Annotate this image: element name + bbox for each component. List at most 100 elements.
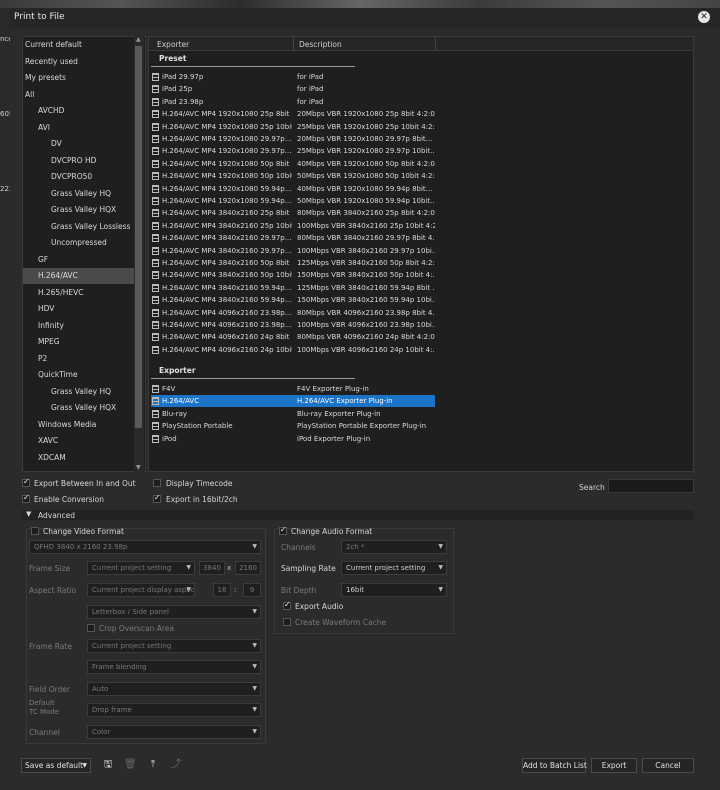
column-header-description[interactable]: Description (299, 40, 342, 49)
tree-scrollbar[interactable]: ▲ ▼ (134, 36, 144, 472)
tree-item[interactable]: Grass Valley HQ (23, 384, 135, 400)
tree-item[interactable]: Uncompressed (23, 235, 135, 251)
add-to-batch-button[interactable]: Add to Batch List (522, 758, 587, 773)
tree-item[interactable]: MPEG (23, 334, 135, 350)
frame-width-field[interactable]: 3840 (199, 561, 225, 575)
preset-row[interactable]: H.264/AVC MP4 3840x2160 25p 10bit 100Mbps… (151, 220, 435, 232)
field-order-select[interactable]: Auto ▼ (87, 682, 261, 696)
export-audio-checkbox[interactable] (283, 600, 291, 610)
preset-row[interactable]: H.264/AVC MP4 4096x2160 24p 10bit 100Mbps… (151, 344, 435, 356)
preset-row[interactable]: H.264/AVC MP4 4096x2160 23.98p... 80Mbps … (151, 307, 435, 319)
column-separator[interactable] (435, 37, 436, 51)
exporter-row[interactable]: PlayStation Portable PlayStation Portable… (151, 420, 435, 432)
tree-item[interactable]: P2 (23, 351, 135, 367)
delete-icon[interactable]: 🗑 (124, 759, 137, 771)
tree-item[interactable]: H.264/AVC (23, 268, 135, 284)
preset-row[interactable]: H.264/AVC MP4 3840x2160 50p 8bit 125Mbps … (151, 257, 435, 269)
preset-row[interactable]: H.264/AVC MP4 4096x2160 23.98p... 100Mbps… (151, 319, 435, 331)
tree-item[interactable]: My presets (23, 70, 135, 86)
tree-item[interactable]: HDV (23, 301, 135, 317)
tree-item[interactable]: Recently used (23, 54, 135, 70)
preset-row[interactable]: H.264/AVC MP4 3840x2160 25p 8bit 80Mbps V… (151, 207, 435, 219)
tree-item[interactable]: AVI (23, 120, 135, 136)
search-input[interactable] (608, 479, 694, 493)
preset-row[interactable]: H.264/AVC MP4 1920x1080 25p 8bit 20Mbps V… (151, 108, 435, 120)
tree-item[interactable]: Grass Valley HQ (23, 186, 135, 202)
tree-item[interactable]: Current default (23, 37, 135, 53)
preset-row[interactable]: H.264/AVC MP4 1920x1080 29.97p... 20Mbps … (151, 133, 435, 145)
frame-rate-select[interactable]: Current project setting ▼ (87, 639, 261, 653)
preset-row[interactable]: H.264/AVC MP4 3840x2160 59.94p... 125Mbps… (151, 282, 435, 294)
channel-select[interactable]: Color ▼ (87, 725, 261, 739)
tree-item[interactable]: DV (23, 136, 135, 152)
save-as-default-select[interactable]: Save as default ▼ (21, 758, 91, 773)
bit-depth-select[interactable]: 16bit ▼ (341, 583, 447, 597)
preset-row[interactable]: H.264/AVC MP4 3840x2160 59.94p... 150Mbps… (151, 294, 435, 306)
tree-item[interactable]: All (23, 87, 135, 103)
sampling-rate-select[interactable]: Current project setting ▼ (341, 561, 447, 575)
preset-row[interactable]: H.264/AVC MP4 1920x1080 29.97p... 25Mbps … (151, 145, 435, 157)
tree-item[interactable]: Grass Valley Lossless (23, 219, 135, 235)
tree-item[interactable]: XDCAM (23, 450, 135, 466)
exporter-row[interactable]: F4V F4V Exporter Plug-in (151, 383, 435, 395)
preset-row[interactable]: H.264/AVC MP4 1920x1080 25p 10bit 25Mbps … (151, 121, 435, 133)
crop-overscan-checkbox[interactable] (87, 624, 95, 632)
preset-row[interactable]: H.264/AVC MP4 1920x1080 59.94p... 40Mbps … (151, 183, 435, 195)
save-icon[interactable]: 🖫 (102, 759, 114, 771)
exporter-row[interactable]: H.264/AVC H.264/AVC Exporter Plug-in (151, 395, 435, 408)
frame-blending-select[interactable]: Frame blending ▼ (87, 660, 261, 674)
display-timecode-checkbox[interactable] (153, 479, 161, 487)
frame-size-select[interactable]: Current project setting ▼ (87, 561, 195, 575)
preset-row[interactable]: iPad 25p for iPad (151, 83, 435, 95)
tree-item[interactable]: XAVC (23, 433, 135, 449)
cancel-button[interactable]: Cancel (642, 758, 694, 773)
change-video-format-checkbox[interactable] (31, 527, 39, 535)
preset-row[interactable]: H.264/AVC MP4 1920x1080 50p 8bit 40Mbps V… (151, 158, 435, 170)
preset-row[interactable]: H.264/AVC MP4 1920x1080 59.94p... 50Mbps … (151, 195, 435, 207)
ratio-width-field[interactable]: 16 (213, 583, 231, 597)
frame-height-field[interactable]: 2160 (235, 561, 261, 575)
import-icon[interactable]: ⤒ (147, 759, 159, 771)
preset-row[interactable]: H.264/AVC MP4 3840x2160 29.97p... 80Mbps … (151, 232, 435, 244)
tree-item[interactable]: GF (23, 252, 135, 268)
change-audio-format-checkbox[interactable] (279, 525, 287, 535)
preset-row[interactable]: iPad 29.97p for iPad (151, 71, 435, 83)
tree-item[interactable]: QuickTime (23, 367, 135, 383)
ratio-height-field[interactable]: 9 (243, 583, 261, 597)
waveform-cache-checkbox[interactable] (283, 618, 291, 626)
tree-item[interactable]: DVCPRO HD (23, 153, 135, 169)
close-icon[interactable]: ✕ (698, 11, 710, 23)
tree-item[interactable]: DVCPRO50 (23, 169, 135, 185)
tree-item[interactable]: Windows Media (23, 417, 135, 433)
preset-row[interactable]: H.264/AVC MP4 1920x1080 50p 10bit 50Mbps … (151, 170, 435, 182)
tree-item[interactable]: Grass Valley HQX (23, 202, 135, 218)
enable-conversion-checkbox[interactable] (22, 493, 30, 503)
channels-select[interactable]: 2ch * ▼ (341, 540, 447, 554)
tree-item[interactable]: Infinity (23, 318, 135, 334)
scroll-down-icon[interactable]: ▼ (136, 464, 141, 471)
export-16bit-checkbox[interactable] (153, 493, 161, 503)
chevron-down-icon[interactable]: ▼ (26, 510, 31, 518)
preset-row[interactable]: H.264/AVC MP4 3840x2160 29.97p... 100Mbps… (151, 245, 435, 257)
column-separator[interactable] (293, 37, 294, 51)
export-preset-icon[interactable]: ⤴ (170, 759, 182, 771)
preset-row[interactable]: H.264/AVC MP4 3840x2160 50p 10bit 150Mbps… (151, 269, 435, 281)
tree-item[interactable]: H.265/HEVC (23, 285, 135, 301)
export-in-out-checkbox[interactable] (22, 477, 30, 487)
exporter-row[interactable]: iPod iPod Exporter Plug-in (151, 433, 435, 445)
column-header-exporter[interactable]: Exporter (157, 40, 189, 49)
advanced-section-header[interactable]: ▼ Advanced (22, 510, 694, 520)
scrollbar-thumb[interactable] (135, 46, 142, 428)
exporter-row[interactable]: Blu-ray Blu-ray Exporter Plug-in (151, 408, 435, 420)
aspect-ratio-select[interactable]: Current project display aspect ▼ (87, 583, 195, 597)
video-format-select[interactable]: QFHD 3840 x 2160 23.98p ▼ (29, 540, 261, 554)
letterbox-select[interactable]: Letterbox / Side panel ▼ (87, 605, 261, 619)
tree-item[interactable]: AVCHD (23, 103, 135, 119)
preset-row[interactable]: H.264/AVC MP4 4096x2160 24p 8bit 80Mbps V… (151, 331, 435, 343)
scroll-up-icon[interactable]: ▲ (136, 36, 141, 43)
preset-name: H.264/AVC MP4 3840x2160 29.97p... (162, 246, 292, 255)
export-button[interactable]: Export (591, 758, 637, 773)
preset-row[interactable]: iPad 23.98p for iPad (151, 96, 435, 108)
tree-item[interactable]: Grass Valley HQX (23, 400, 135, 416)
default-tc-select[interactable]: Drop frame ▼ (87, 703, 261, 717)
